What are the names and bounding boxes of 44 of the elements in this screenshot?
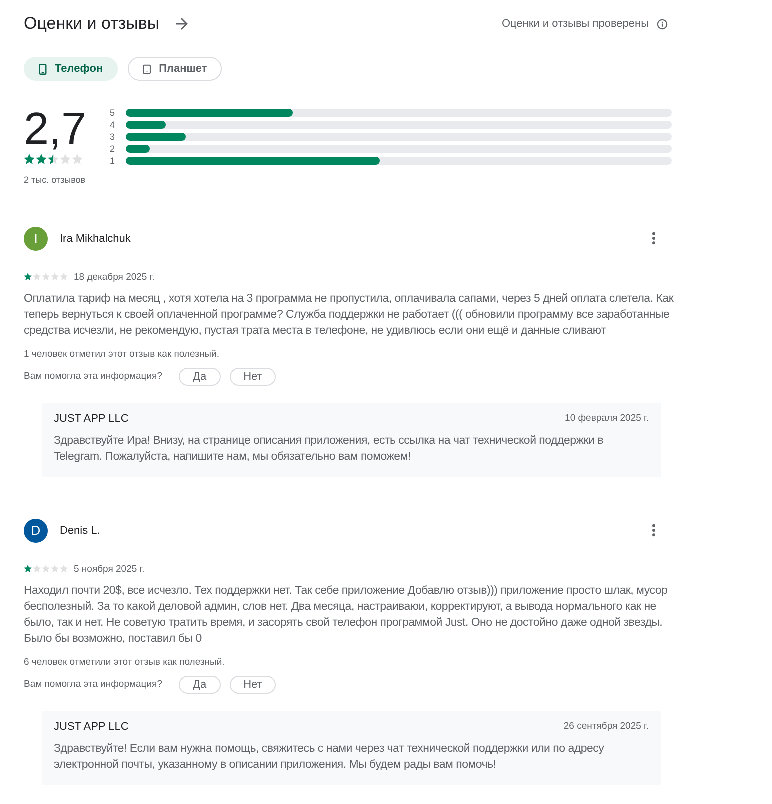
answer-button[interactable]: Нет	[230, 676, 276, 694]
arrow-right-icon[interactable]	[176, 18, 188, 30]
device-tab[interactable]: Телефон	[24, 57, 118, 81]
reply-text: Здравствуйте Ира! Внизу, на странице описания приложения, есть ссылка на чат технической поддержки в Telegram. Пожалуйста, напишите нам, мы обязательно вам поможем!	[54, 434, 604, 465]
star-icon	[48, 154, 59, 165]
helpful-count: 6 человек отметили этот отзыв как полезный.	[24, 656, 226, 668]
section-title: Оценки и отзывы	[24, 14, 160, 34]
review-date: 18 декабря 2025 г.	[74, 272, 155, 283]
helpful-question: Вам помогла эта информация?	[24, 679, 164, 690]
star-icon	[24, 154, 35, 165]
reply-date: 10 февраля 2025 г.	[565, 413, 649, 424]
star-icon	[72, 154, 83, 165]
helpful-count: 1 человек отметил этот отзыв как полезный.	[24, 348, 220, 360]
device-tab[interactable]: Планшет	[128, 57, 222, 81]
star-level-label: 5	[110, 109, 116, 117]
reviewer-name: Ira Mikhalchuk	[60, 232, 132, 245]
avatar: I	[24, 226, 48, 251]
average-rating: 2,7	[24, 105, 88, 153]
star-icon	[36, 154, 47, 165]
review-count: 2 тыс. отзывов	[24, 174, 87, 185]
developer-name: JUST APP LLC	[54, 720, 129, 733]
avatar: D	[24, 518, 48, 543]
reply-text: Здравствуйте! Если вам нужна помощь, свяжитесь с нами через чат технической поддержки или по адресу электронной почты, указанному в описании приложения. Мы будем рады вам помочь!	[54, 742, 606, 773]
phone-icon	[39, 64, 47, 74]
developer-name: JUST APP LLC	[54, 412, 129, 425]
review-text: Находил почти 20$, все исчезло. Тех поддержки нет. Так себе приложение Добавлю отзыв))) приложение просто шлак, мусор бесполезный. За то какой деловой админ, слов нет. Два месяца, настраиваюи, корректируют, а вывода нормального как не было, так и нет. Не советую тратить время, и засорять свой телефон программой Just. Оно не достойно даже одной звезды. Было бы возможно, поставил бы 0	[24, 584, 669, 647]
more-options-icon[interactable]	[652, 232, 656, 246]
answer-button[interactable]: Нет	[230, 368, 276, 386]
info-icon[interactable]	[657, 18, 668, 30]
star-level-label: 2	[110, 145, 116, 153]
star-level-label: 4	[110, 121, 116, 129]
star-icon	[60, 154, 71, 165]
more-options-icon[interactable]	[652, 524, 656, 538]
reviewer-name: Denis L.	[60, 524, 102, 537]
reply-date: 26 сентября 2025 г.	[564, 721, 649, 732]
answer-button[interactable]: Да	[179, 368, 221, 386]
review-text: Оплатила тариф на месяц , хотя хотела на 3 программа не пропустила, оплачивала сапами, через 5 дней оплата слетела. Как теперь вернуться к своей оплаченной программе? Служба поддержки не работает ((( обновили программу все заработанные средства исчезли, не рекомендую, пустая трата места в телефоне, не удивлюсь если они ещё и данные сливают	[24, 292, 675, 339]
helpful-question: Вам помогла эта информация?	[24, 371, 164, 382]
answer-button[interactable]: Да	[179, 676, 221, 694]
review-date: 5 ноября 2025 г.	[74, 564, 145, 575]
star-level-label: 1	[110, 157, 116, 165]
tablet-icon	[143, 64, 152, 74]
star-level-label: 3	[110, 133, 116, 141]
verified-note: Оценки и отзывы проверены	[502, 18, 649, 30]
